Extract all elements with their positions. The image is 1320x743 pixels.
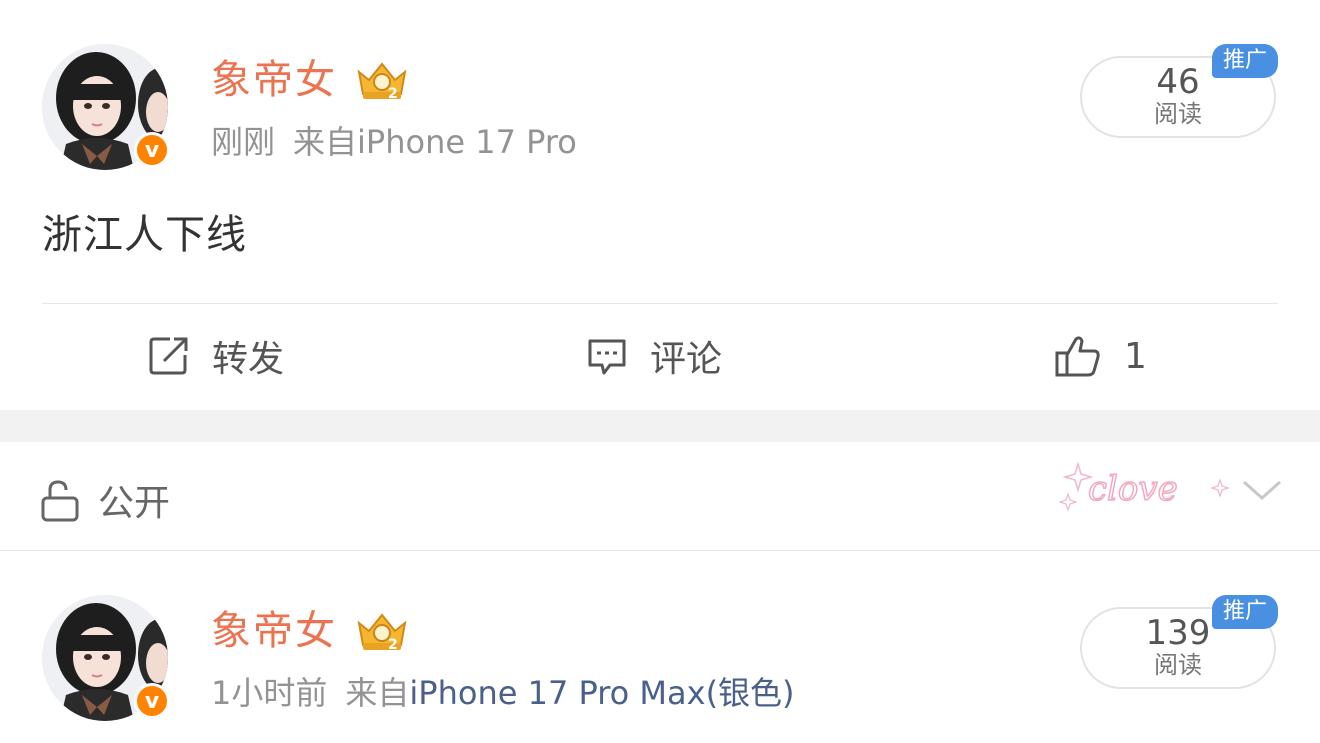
- weibo-post-1: v 象帝女 2 刚刚 来自iPhone 17 Pro 46 阅读 推广 浙江人下线…: [0, 0, 1320, 410]
- like-button[interactable]: 1: [1054, 318, 1147, 394]
- verified-badge: v: [134, 132, 170, 168]
- unlocked-padlock-icon: [41, 480, 79, 522]
- promote-badge[interactable]: 推广: [1212, 44, 1278, 78]
- repost-icon: [149, 337, 188, 375]
- username[interactable]: 象帝女: [211, 607, 337, 655]
- post-actions: 转发 评论 1: [0, 318, 1320, 394]
- username[interactable]: 象帝女: [211, 56, 337, 104]
- repost-label: 转发: [212, 339, 285, 380]
- post-time: 1小时前: [211, 674, 328, 712]
- reads-label: 阅读: [1154, 100, 1202, 128]
- source-prefix: 来自: [345, 674, 410, 712]
- svg-text:2: 2: [388, 637, 398, 653]
- promote-badge[interactable]: 推广: [1212, 595, 1278, 629]
- reads-label: 阅读: [1154, 651, 1202, 679]
- thumbs-up-icon: [1055, 336, 1100, 377]
- clove-decoration: clove: [1058, 456, 1234, 520]
- privacy-label: 公开: [98, 483, 171, 524]
- svg-text:2: 2: [388, 86, 398, 102]
- section-gap: [0, 410, 1320, 442]
- comment-label: 评论: [650, 339, 723, 380]
- post-meta: 刚刚 来自iPhone 17 Pro: [211, 122, 577, 162]
- crown-icon[interactable]: 2: [355, 58, 409, 102]
- decoration-text: clove: [1088, 469, 1178, 509]
- device-source[interactable]: iPhone 17 Pro: [357, 123, 577, 161]
- post-time: 刚刚: [211, 123, 276, 161]
- divider: [42, 303, 1278, 304]
- privacy-bar: 公开 clove: [0, 442, 1320, 551]
- comment-button[interactable]: 评论: [586, 318, 722, 394]
- privacy-setting[interactable]: 公开: [40, 474, 170, 526]
- post-content: 浙江人下线: [42, 212, 247, 258]
- crown-icon[interactable]: 2: [355, 609, 409, 653]
- chevron-down-icon[interactable]: [1240, 478, 1284, 504]
- weibo-post-2: v 象帝女 2 1小时前 来自iPhone 17 Pro Max(银色) 139 …: [0, 551, 1320, 743]
- avatar[interactable]: v: [42, 44, 170, 170]
- repost-button[interactable]: 转发: [148, 318, 284, 394]
- avatar[interactable]: v: [42, 595, 170, 721]
- comment-icon: [588, 339, 626, 375]
- source-prefix: 来自: [293, 123, 358, 161]
- device-source[interactable]: iPhone 17 Pro Max(银色): [409, 674, 794, 712]
- verified-badge: v: [134, 683, 170, 719]
- like-count: 1: [1124, 335, 1147, 377]
- post-meta: 1小时前 来自iPhone 17 Pro Max(银色): [211, 673, 795, 713]
